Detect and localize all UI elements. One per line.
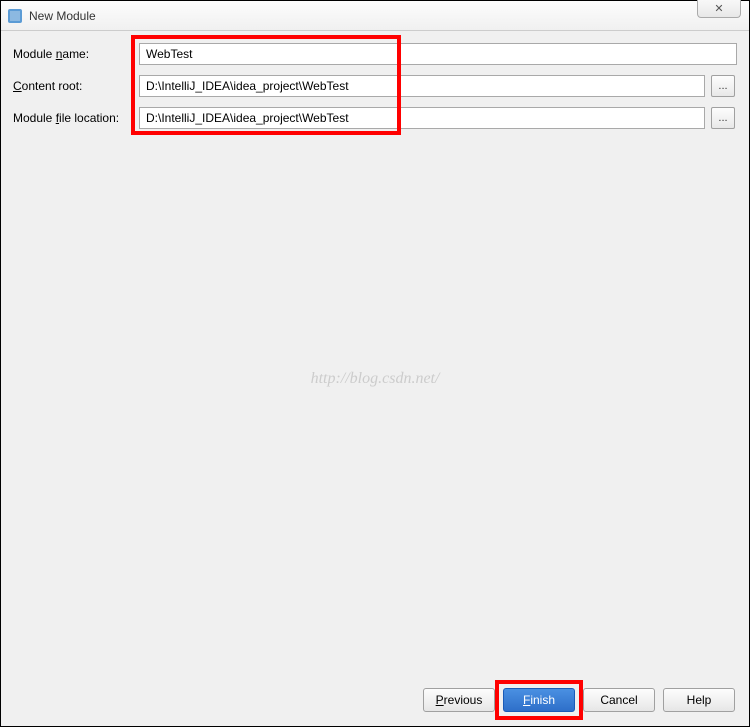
button-bar: Previous Finish Cancel Help — [423, 688, 735, 712]
app-icon — [7, 8, 23, 24]
titlebar: New Module ✕ — [1, 1, 749, 31]
close-icon: ✕ — [714, 2, 723, 15]
form-area: Module name: Content root: ... Module fi… — [13, 43, 737, 129]
dialog-content: Module name: Content root: ... Module fi… — [1, 31, 749, 726]
window-title: New Module — [29, 9, 96, 23]
previous-button[interactable]: Previous — [423, 688, 495, 712]
module-file-location-input[interactable] — [139, 107, 705, 129]
watermark-text: http://blog.csdn.net/ — [311, 370, 440, 388]
content-root-input[interactable] — [139, 75, 705, 97]
content-root-label: Content root: — [13, 79, 133, 93]
browse-module-file-button[interactable]: ... — [711, 107, 735, 129]
cancel-button[interactable]: Cancel — [583, 688, 655, 712]
finish-button[interactable]: Finish — [503, 688, 575, 712]
ellipsis-icon: ... — [718, 112, 727, 124]
close-button[interactable]: ✕ — [697, 0, 741, 18]
browse-content-root-button[interactable]: ... — [711, 75, 735, 97]
module-name-input[interactable] — [139, 43, 737, 65]
module-name-label: Module name: — [13, 47, 133, 61]
help-button[interactable]: Help — [663, 688, 735, 712]
ellipsis-icon: ... — [718, 80, 727, 92]
module-file-location-label: Module file location: — [13, 111, 133, 125]
